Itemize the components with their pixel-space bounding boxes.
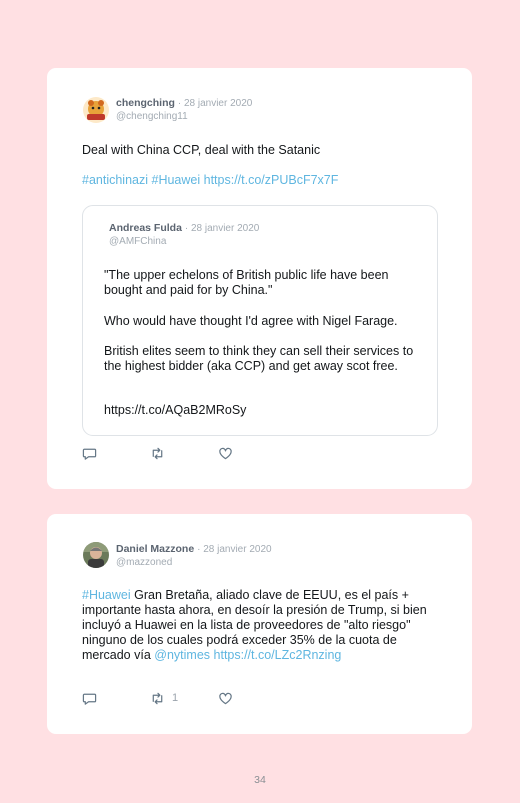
avatar[interactable] (83, 542, 109, 568)
tweet-text: Deal with China CCP, deal with the Satan… (82, 143, 442, 158)
page-number: 34 (254, 774, 266, 786)
tweet-date: · 28 janvier 2020 (197, 544, 272, 555)
like-icon (219, 692, 232, 704)
author-name[interactable]: Daniel Mazzone (116, 543, 194, 555)
retweet-icon (152, 692, 163, 704)
tweet-card: chengching · 28 janvier 2020 @chengching… (47, 68, 472, 489)
reply-icon (82, 693, 97, 705)
like-icon (219, 447, 232, 459)
quoted-author-handle[interactable]: @AMFChina (109, 235, 259, 248)
reply-icon (82, 448, 97, 460)
hashtag-link[interactable]: #Huawei (152, 173, 201, 187)
tweet-url[interactable]: https://t.co/LZc2Rnzing (214, 648, 342, 662)
quoted-tweet-date: · 28 janvier 2020 (184, 223, 260, 234)
tweet-card: Daniel Mazzone · 28 janvier 2020 @mazzon… (47, 514, 472, 734)
tweet-date: · 28 janvier 2020 (177, 98, 253, 109)
author-handle[interactable]: @chengching11 (116, 110, 252, 123)
hashtag-link[interactable]: #antichinazi (82, 173, 148, 187)
tweet-links: #antichinazi #Huawei https://t.co/zPUBcF… (82, 173, 442, 188)
quoted-para-3: British elites seem to think they can se… (104, 344, 414, 373)
retweet-button[interactable]: 1 (150, 690, 178, 706)
tweet-text-line: Deal with China CCP, deal with the Satan… (82, 143, 321, 157)
quoted-tweet[interactable]: Andreas Fulda · 28 janvier 2020 @AMFChin… (82, 205, 438, 436)
author-name[interactable]: chengching (116, 97, 175, 109)
retweet-icon (152, 447, 163, 459)
like-button[interactable] (218, 690, 233, 706)
retweet-count: 1 (172, 692, 179, 704)
retweet-button[interactable] (150, 445, 165, 461)
reply-button[interactable] (82, 445, 97, 461)
like-button[interactable] (218, 445, 233, 461)
quoted-url[interactable]: https://t.co/AQaB2MRoSy (104, 403, 424, 418)
mention-link[interactable]: @nytimes (154, 648, 210, 662)
quoted-author-name[interactable]: Andreas Fulda (109, 222, 182, 234)
hashtag-link[interactable]: #Huawei (82, 588, 131, 602)
tweet-url[interactable]: https://t.co/zPUBcF7x7F (204, 173, 339, 187)
tweet-text: #Huawei Gran Bretaña, aliado clave de EE… (82, 588, 442, 663)
avatar[interactable] (83, 97, 109, 123)
author-handle[interactable]: @mazzoned (116, 556, 272, 569)
quoted-para-2: Who would have thought I'd agree with Ni… (104, 314, 398, 328)
quoted-para-1: "The upper echelons of British public li… (104, 268, 389, 297)
reply-button[interactable] (82, 690, 97, 706)
